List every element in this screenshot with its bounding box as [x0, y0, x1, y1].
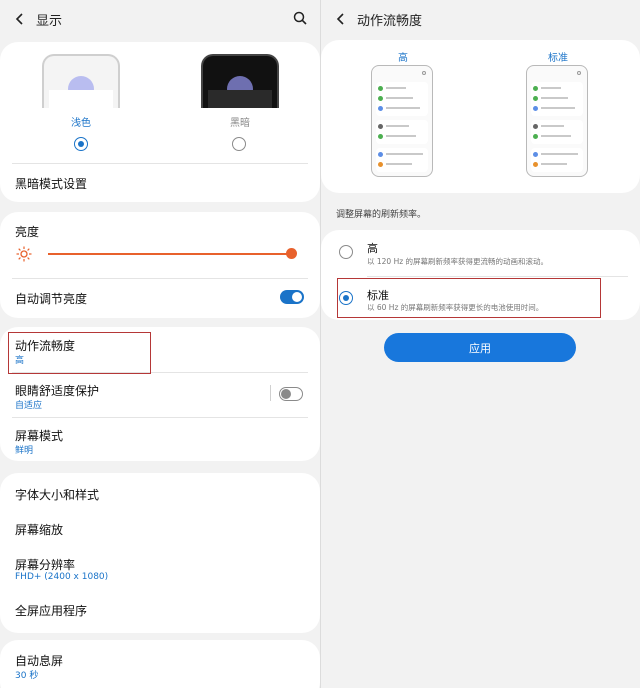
dark-mode-label: 黑暗	[230, 118, 250, 129]
motion-header: 动作流畅度	[321, 0, 640, 38]
light-mode-radio[interactable]	[74, 137, 88, 151]
light-mode-preview[interactable]	[42, 54, 120, 108]
preview-list-item	[533, 132, 581, 142]
preview-list-item	[533, 122, 581, 132]
theme-card: 浅色 黑暗 黑暗模式设置	[0, 42, 320, 202]
preview-list-item	[533, 160, 581, 170]
preview-list-item	[378, 160, 426, 170]
preview-list-item	[378, 132, 426, 142]
preview-list-item	[378, 150, 426, 160]
preview-list-item	[533, 104, 581, 114]
refresh-preview-card: 高 标准	[321, 40, 640, 193]
high-refresh-preview	[371, 65, 433, 177]
preview-list-item	[533, 84, 581, 94]
screen-mode-value: 鲜明	[15, 446, 34, 456]
settings-category-icon	[378, 106, 383, 111]
screen-mode-item[interactable]: 屏幕模式	[15, 427, 63, 444]
page-title: 显示	[36, 14, 63, 29]
display-settings-panel: 显示 浅色 黑暗 黑暗模式设置 亮度 自动调节亮度 动作流畅度 高 眼睛舒适度保…	[0, 0, 320, 688]
standard-refresh-preview	[526, 65, 588, 177]
sun-icon	[16, 246, 32, 262]
eye-comfort-value: 自适应	[15, 401, 43, 411]
full-screen-apps-item[interactable]: 全屏应用程序	[15, 602, 87, 619]
brightness-slider-track[interactable]	[48, 253, 292, 255]
preview-list-item	[378, 84, 426, 94]
screen-timeout-value: 30 秒	[15, 671, 39, 681]
option-high-radio[interactable]	[339, 245, 353, 259]
preview-list-item	[378, 122, 426, 132]
screen-resolution-item[interactable]: 屏幕分辨率	[15, 556, 75, 573]
highlight-box	[8, 332, 151, 374]
highlight-box	[337, 278, 601, 318]
page-title: 动作流畅度	[357, 14, 423, 29]
settings-category-icon	[378, 86, 383, 91]
back-arrow-icon[interactable]	[12, 11, 28, 27]
font-size-style-item[interactable]: 字体大小和样式	[15, 486, 99, 503]
settings-category-icon	[533, 134, 538, 139]
screen-timeout-item[interactable]: 自动息屏	[15, 652, 63, 669]
settings-category-icon	[533, 162, 538, 167]
settings-category-icon	[378, 162, 383, 167]
display-more-card: 字体大小和样式 屏幕缩放 屏幕分辨率 FHD+ (2400 x 1080) 全屏…	[0, 473, 320, 633]
dark-mode-radio[interactable]	[232, 137, 246, 151]
dark-mode-settings-item[interactable]: 黑暗模式设置	[15, 175, 87, 192]
back-arrow-icon[interactable]	[333, 11, 349, 27]
brightness-label: 亮度	[15, 225, 40, 239]
auto-brightness-toggle[interactable]	[280, 290, 304, 304]
search-icon	[422, 71, 426, 75]
dark-mode-preview[interactable]	[201, 54, 279, 108]
preview-list-item	[533, 94, 581, 104]
auto-brightness-label: 自动调节亮度	[15, 292, 88, 306]
settings-category-icon	[378, 96, 383, 101]
settings-category-icon	[378, 124, 383, 129]
option-high-title[interactable]: 高	[367, 240, 378, 256]
search-icon	[577, 71, 581, 75]
settings-category-icon	[533, 124, 538, 129]
apply-button[interactable]: 应用	[384, 333, 576, 362]
preview-list-item	[378, 94, 426, 104]
search-icon[interactable]	[292, 10, 308, 26]
screen-zoom-item[interactable]: 屏幕缩放	[15, 521, 63, 538]
settings-category-icon	[533, 152, 538, 157]
light-mode-label: 浅色	[71, 118, 91, 129]
preview-list-item	[378, 104, 426, 114]
settings-category-icon	[533, 96, 538, 101]
refresh-rate-hint: 调整屏幕的刷新频率。	[336, 210, 427, 220]
eye-comfort-toggle[interactable]	[279, 387, 303, 401]
brightness-slider-handle[interactable]	[286, 248, 297, 259]
settings-category-icon	[533, 106, 538, 111]
eye-comfort-item[interactable]: 眼睛舒适度保护	[15, 382, 99, 399]
settings-category-icon	[533, 86, 538, 91]
settings-category-icon	[378, 134, 383, 139]
standard-preview-label: 标准	[548, 53, 568, 64]
screen-timeout-card: 自动息屏 30 秒	[0, 640, 320, 688]
brightness-card: 亮度 自动调节亮度	[0, 212, 320, 318]
option-high-desc: 以 120 Hz 的屏幕刷新频率获得更流畅的动画和滚动。	[367, 257, 549, 266]
high-preview-label: 高	[398, 53, 408, 64]
screen-resolution-value: FHD+ (2400 x 1080)	[15, 572, 109, 582]
display-header: 显示	[0, 0, 320, 38]
preview-list-item	[533, 150, 581, 160]
settings-category-icon	[378, 152, 383, 157]
